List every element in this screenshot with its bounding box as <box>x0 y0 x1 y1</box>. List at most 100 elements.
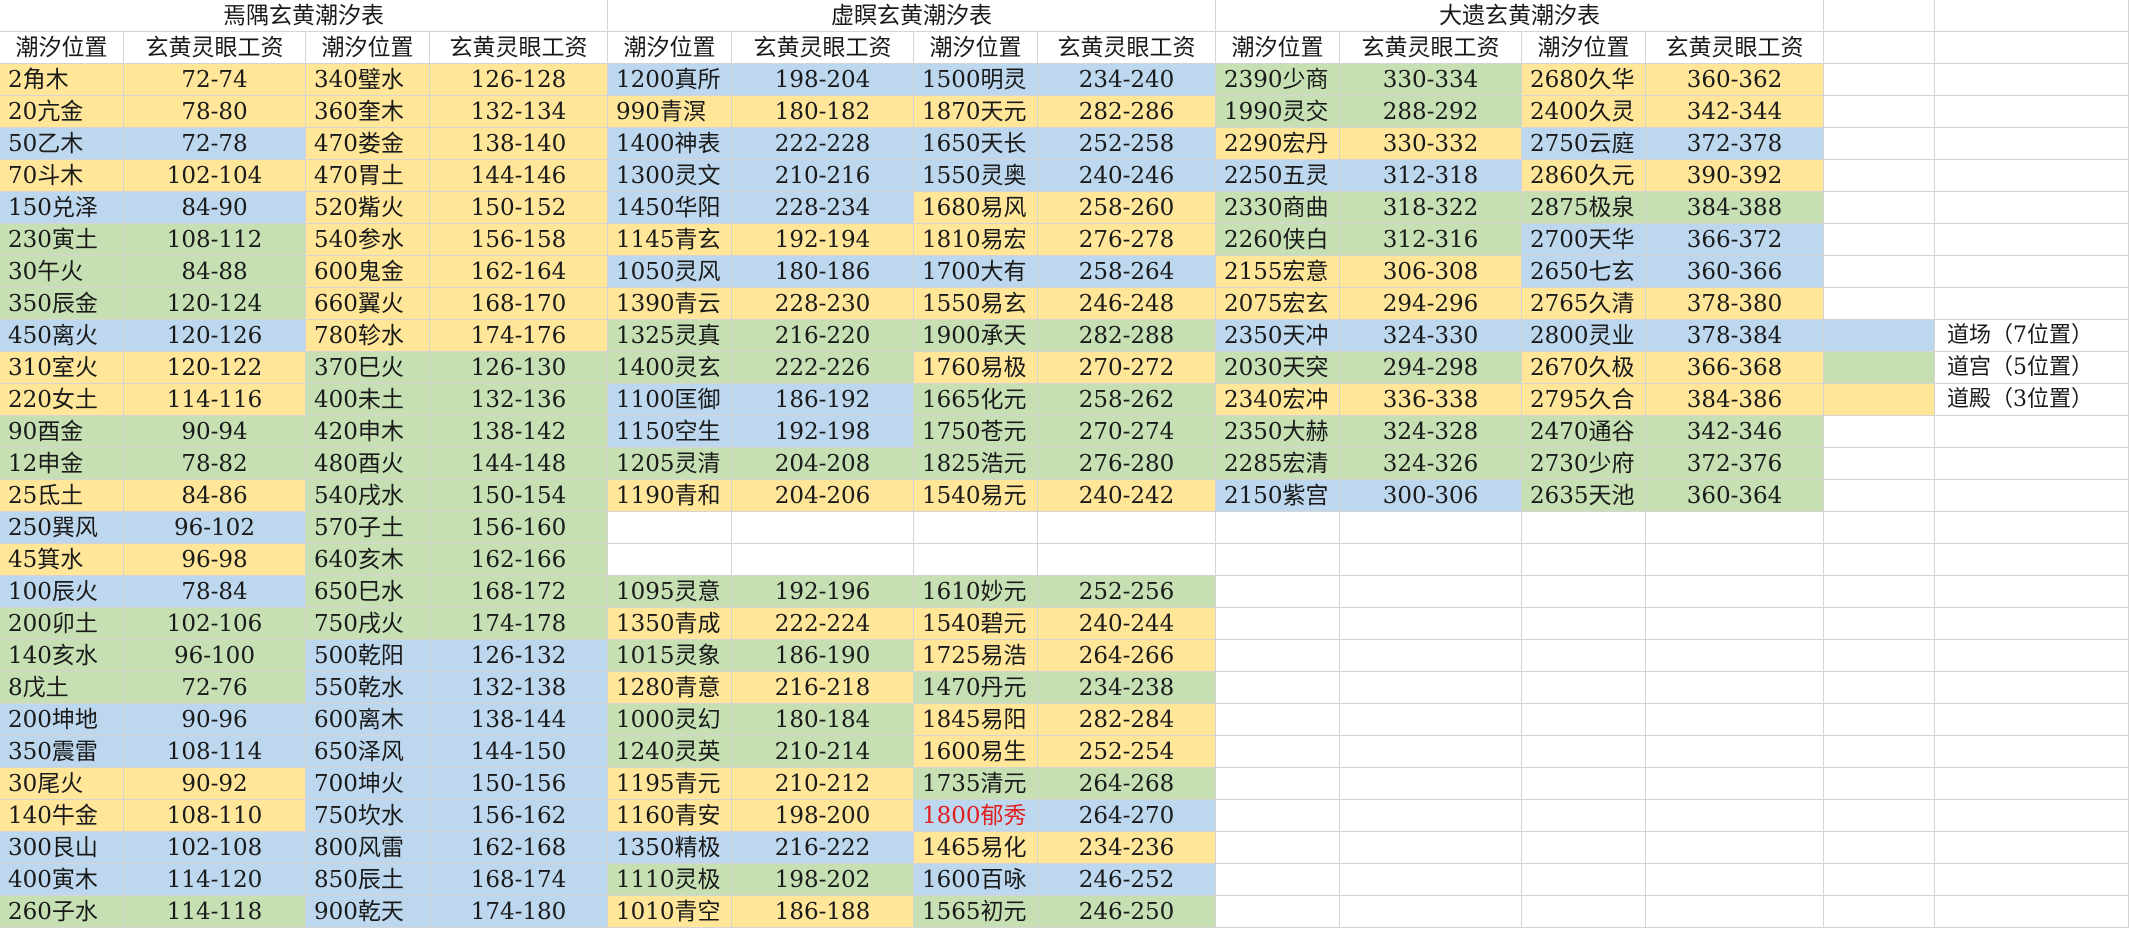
tide-position-cell[interactable]: 400未土 <box>306 384 430 416</box>
tide-position-cell[interactable]: 2390少商 <box>1216 64 1340 96</box>
tide-position-cell[interactable]: 450离火 <box>0 320 124 352</box>
wage-cell[interactable]: 258-264 <box>1038 256 1216 288</box>
wage-cell[interactable]: 78-82 <box>124 448 306 480</box>
tide-position-cell[interactable]: 1810易宏 <box>914 224 1038 256</box>
wage-cell[interactable]: 114-120 <box>124 864 306 896</box>
tide-position-cell[interactable]: 150兑泽 <box>0 192 124 224</box>
empty-cell[interactable] <box>1646 896 1824 928</box>
tide-position-cell[interactable]: 1050灵风 <box>608 256 732 288</box>
wage-cell[interactable]: 84-86 <box>124 480 306 512</box>
wage-cell[interactable]: 372-376 <box>1646 448 1824 480</box>
tide-position-cell[interactable]: 2765久清 <box>1522 288 1646 320</box>
wage-cell[interactable]: 120-126 <box>124 320 306 352</box>
empty-cell[interactable] <box>1522 704 1646 736</box>
empty-cell[interactable] <box>1522 640 1646 672</box>
legend-swatch[interactable] <box>1824 320 1935 352</box>
tide-position-cell[interactable]: 2635天池 <box>1522 480 1646 512</box>
tide-position-cell[interactable]: 1095灵意 <box>608 576 732 608</box>
tide-position-cell[interactable]: 1725易浩 <box>914 640 1038 672</box>
tide-position-cell[interactable]: 30午火 <box>0 256 124 288</box>
tide-position-cell[interactable]: 1400神表 <box>608 128 732 160</box>
wage-cell[interactable]: 162-168 <box>430 832 608 864</box>
tide-position-cell[interactable]: 660翼火 <box>306 288 430 320</box>
empty-cell[interactable] <box>1935 864 2129 896</box>
tide-position-cell[interactable]: 1015灵象 <box>608 640 732 672</box>
tide-position-cell[interactable]: 100辰火 <box>0 576 124 608</box>
tide-position-cell[interactable]: 600鬼金 <box>306 256 430 288</box>
wage-cell[interactable]: 384-386 <box>1646 384 1824 416</box>
empty-cell[interactable] <box>1824 128 1935 160</box>
wage-cell[interactable]: 78-80 <box>124 96 306 128</box>
empty-cell[interactable] <box>1340 544 1522 576</box>
header-wage[interactable]: 玄黄灵眼工资 <box>124 32 306 64</box>
tide-position-cell[interactable]: 640亥木 <box>306 544 430 576</box>
tide-position-cell[interactable]: 2795久合 <box>1522 384 1646 416</box>
empty-cell[interactable] <box>1340 896 1522 928</box>
tide-position-cell[interactable]: 780轸水 <box>306 320 430 352</box>
tide-position-cell[interactable]: 420申木 <box>306 416 430 448</box>
empty-cell[interactable] <box>1646 544 1824 576</box>
empty-cell[interactable] <box>1038 544 1216 576</box>
tide-position-cell[interactable]: 2350天冲 <box>1216 320 1340 352</box>
wage-cell[interactable]: 96-102 <box>124 512 306 544</box>
empty-cell[interactable] <box>1824 736 1935 768</box>
legend-swatch[interactable] <box>1824 384 1935 416</box>
tide-position-cell[interactable]: 1010青空 <box>608 896 732 928</box>
wage-cell[interactable]: 252-256 <box>1038 576 1216 608</box>
wage-cell[interactable]: 216-220 <box>732 320 914 352</box>
tide-position-cell[interactable]: 1400灵玄 <box>608 352 732 384</box>
empty-cell[interactable] <box>1522 672 1646 704</box>
tide-position-cell[interactable]: 360奎木 <box>306 96 430 128</box>
wage-cell[interactable]: 162-166 <box>430 544 608 576</box>
empty-cell[interactable] <box>1824 416 1935 448</box>
empty-cell[interactable] <box>1216 896 1340 928</box>
empty-cell[interactable] <box>1646 576 1824 608</box>
wage-cell[interactable]: 126-130 <box>430 352 608 384</box>
tide-position-cell[interactable]: 1350精极 <box>608 832 732 864</box>
wage-cell[interactable]: 216-222 <box>732 832 914 864</box>
empty-cell[interactable] <box>1824 832 1935 864</box>
wage-cell[interactable]: 294-296 <box>1340 288 1522 320</box>
empty-cell[interactable] <box>1646 800 1824 832</box>
tide-position-cell[interactable]: 2角木 <box>0 64 124 96</box>
wage-cell[interactable]: 102-106 <box>124 608 306 640</box>
wage-cell[interactable]: 180-182 <box>732 96 914 128</box>
tide-position-cell[interactable]: 1825浩元 <box>914 448 1038 480</box>
empty-cell[interactable] <box>1522 800 1646 832</box>
tide-position-cell[interactable]: 2350大赫 <box>1216 416 1340 448</box>
wage-cell[interactable]: 216-218 <box>732 672 914 704</box>
tide-position-cell[interactable]: 2470通谷 <box>1522 416 1646 448</box>
empty-cell[interactable] <box>1935 704 2129 736</box>
empty-cell[interactable] <box>1935 128 2129 160</box>
wage-cell[interactable]: 114-118 <box>124 896 306 928</box>
tide-position-cell[interactable]: 1280青意 <box>608 672 732 704</box>
empty-cell[interactable] <box>1824 576 1935 608</box>
tide-position-cell[interactable]: 350震雷 <box>0 736 124 768</box>
empty-cell[interactable] <box>1216 512 1340 544</box>
tide-position-cell[interactable]: 1650天长 <box>914 128 1038 160</box>
wage-cell[interactable]: 282-284 <box>1038 704 1216 736</box>
wage-cell[interactable]: 96-100 <box>124 640 306 672</box>
tide-position-cell[interactable]: 1565初元 <box>914 896 1038 928</box>
empty-cell[interactable] <box>1216 704 1340 736</box>
empty-cell[interactable] <box>1935 576 2129 608</box>
tide-position-cell[interactable]: 140牛金 <box>0 800 124 832</box>
tide-position-cell[interactable]: 850辰土 <box>306 864 430 896</box>
empty-cell[interactable] <box>1824 96 1935 128</box>
wage-cell[interactable]: 372-378 <box>1646 128 1824 160</box>
wage-cell[interactable]: 168-174 <box>430 864 608 896</box>
wage-cell[interactable]: 264-270 <box>1038 800 1216 832</box>
tide-position-cell[interactable]: 2340宏冲 <box>1216 384 1340 416</box>
wage-cell[interactable]: 276-278 <box>1038 224 1216 256</box>
empty-cell[interactable] <box>914 544 1038 576</box>
header-wage[interactable]: 玄黄灵眼工资 <box>1340 32 1522 64</box>
empty-cell[interactable] <box>1646 608 1824 640</box>
empty-cell[interactable] <box>1824 32 1935 64</box>
wage-cell[interactable]: 240-246 <box>1038 160 1216 192</box>
header-position[interactable]: 潮汐位置 <box>1522 32 1646 64</box>
wage-cell[interactable]: 330-332 <box>1340 128 1522 160</box>
wage-cell[interactable]: 336-338 <box>1340 384 1522 416</box>
empty-cell[interactable] <box>1935 800 2129 832</box>
tide-position-cell[interactable]: 350辰金 <box>0 288 124 320</box>
empty-cell[interactable] <box>1935 416 2129 448</box>
